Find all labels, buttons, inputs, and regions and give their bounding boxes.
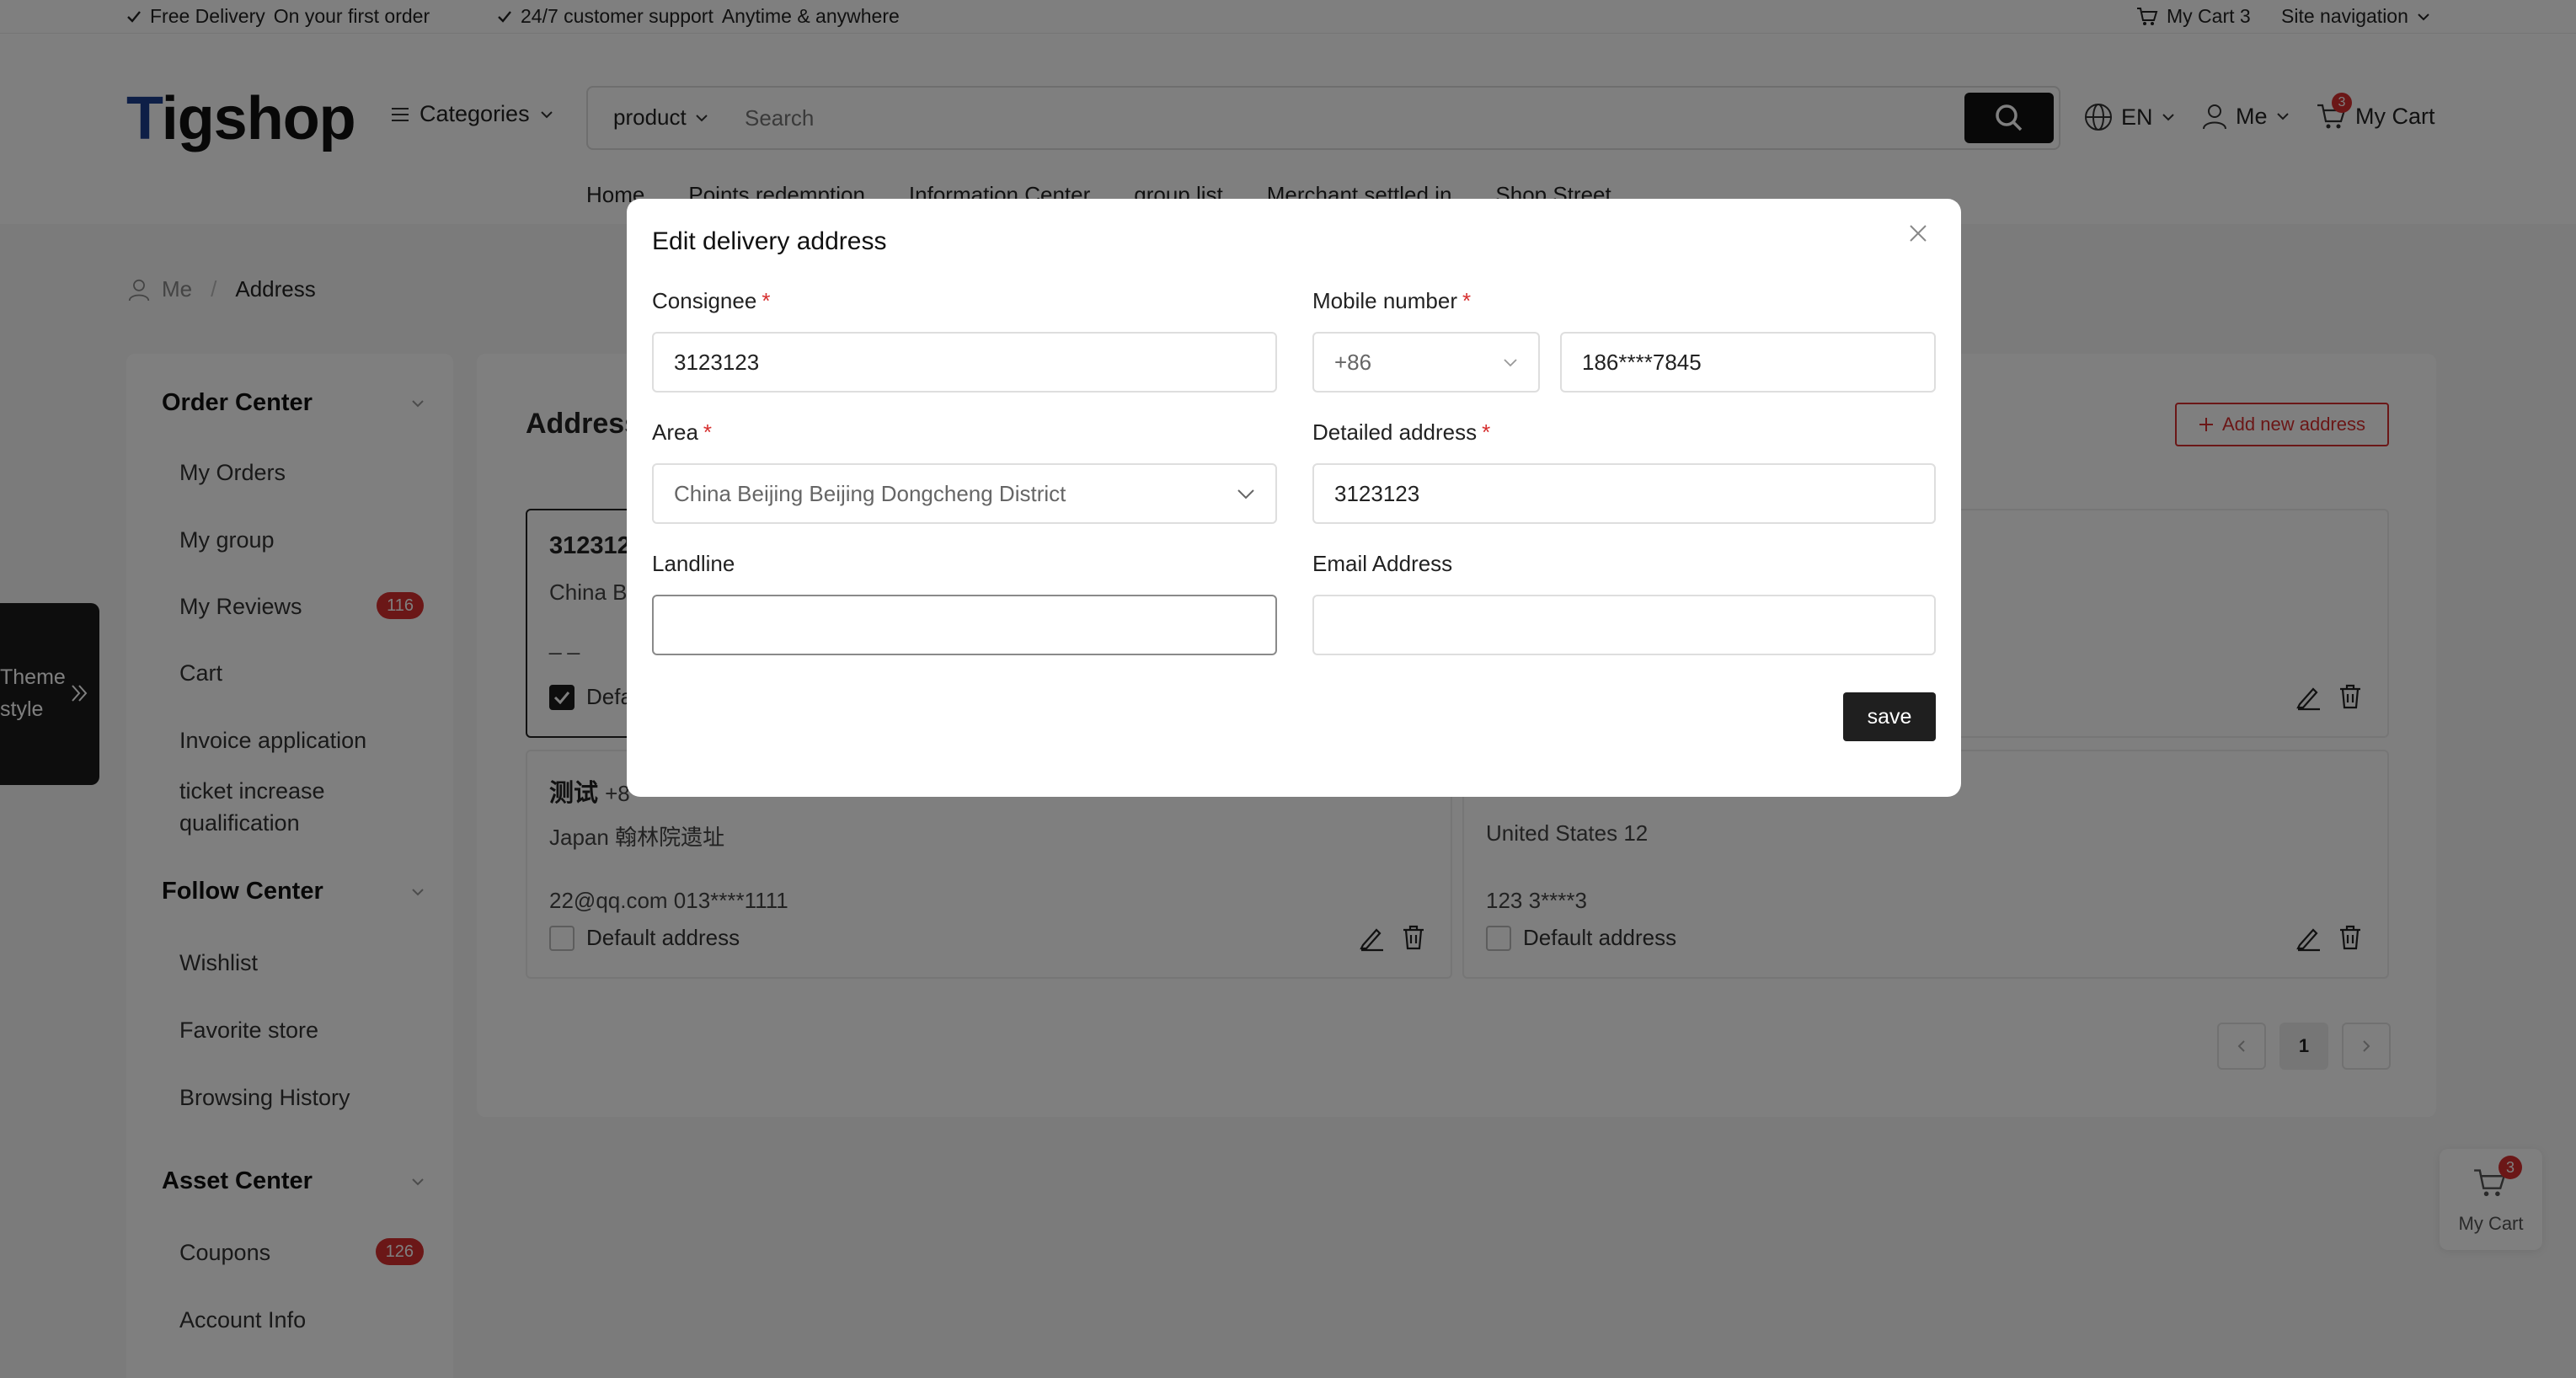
consignee-label: Consignee * [652,288,771,313]
email-input[interactable] [1312,595,1936,655]
country-code-select[interactable]: +86 [1312,332,1540,393]
area-label: Area * [652,419,713,445]
close-icon[interactable] [1909,224,1927,243]
detailed-address-input[interactable] [1312,463,1936,524]
email-label: Email Address [1312,551,1453,576]
edit-address-dialog: Edit delivery address Consignee* Mobile … [627,199,1961,797]
detailed-address-label: Detailed address * [1312,419,1491,445]
chevron-down-icon [1503,358,1518,367]
area-select[interactable]: China Beijing Beijing Dongcheng District [652,463,1277,524]
dialog-title: Edit delivery address [652,227,887,255]
landline-input[interactable] [652,595,1277,655]
chevron-down-icon [1237,489,1255,499]
mobile-number-input[interactable] [1560,332,1936,393]
consignee-input[interactable] [652,332,1277,393]
save-button[interactable]: save [1843,692,1936,741]
landline-label: Landline [652,551,735,576]
mobile-label: Mobile number * [1312,288,1472,313]
